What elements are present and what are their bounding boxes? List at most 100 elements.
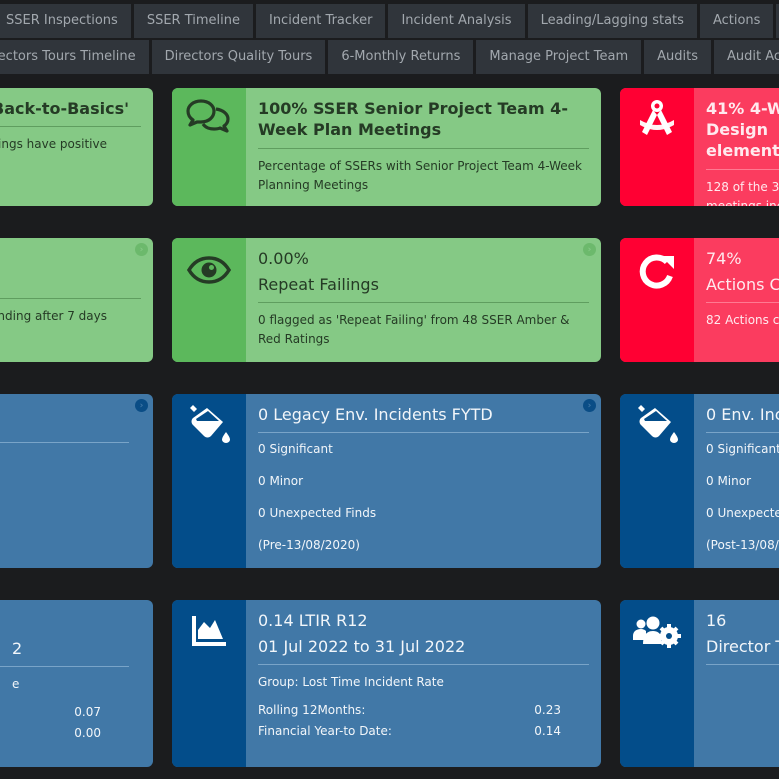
card-icon-panel — [172, 238, 246, 362]
chevron-right-icon[interactable]: › — [583, 243, 596, 256]
card-title: 41% 4-Week Design elements — [706, 99, 779, 160]
stat-label: Rolling 12Months: — [258, 703, 366, 717]
card-title: 2 — [12, 639, 23, 658]
card-label: Director Tours — [706, 637, 779, 656]
divider — [258, 148, 589, 149]
card-value: 16 — [706, 611, 727, 630]
divider — [706, 169, 779, 170]
card-title: 0 Legacy Env. Incidents FYTD — [258, 405, 493, 424]
card-desc: ratings have positive — [0, 137, 107, 151]
card-title: 0 Env. Incidents FYTD — [706, 405, 779, 424]
minor-count: 0 Minor — [258, 474, 304, 488]
divider — [0, 666, 129, 667]
tab-6-monthly-returns[interactable]: 6-Monthly Returns — [328, 40, 474, 74]
stat-row: Financial Year-to Date: 0.14 — [258, 721, 589, 742]
significant-count: 0 Significant — [258, 442, 333, 456]
card-desc: Percentage of SSERs with Senior Project … — [258, 159, 582, 192]
redo-icon — [637, 252, 677, 362]
card-icon-panel — [172, 394, 246, 568]
card-label: Actions Closed — [706, 275, 779, 294]
actions-closed-card[interactable]: 74% Actions Closed 82 Actions cl... — [620, 238, 779, 362]
card-desc: 0 flagged as 'Repeat Failing' from 48 SS… — [258, 313, 570, 346]
back-to-basics-card[interactable]: 'Back-to-Basics' ratings have positive — [0, 88, 153, 206]
fill-drip-icon — [635, 404, 679, 568]
fill-drip-icon — [187, 404, 231, 568]
chevron-right-icon[interactable]: › — [135, 399, 148, 412]
card-subtitle: e — [12, 677, 20, 691]
card-icon-panel — [620, 600, 694, 767]
card-title: 'Back-to-Basics' — [0, 99, 129, 118]
comments-icon — [186, 98, 232, 206]
divider — [0, 298, 141, 299]
divider — [706, 664, 779, 665]
card-group: Group: Lost Time Incident Rate — [258, 675, 444, 689]
unexpected-finds-count: 0 Unexpected Finds — [258, 506, 377, 520]
card-icon-panel — [172, 88, 246, 206]
tab-incident-analysis[interactable]: Incident Analysis — [388, 4, 525, 38]
stat-row: Rolling 12Months: 0.23 — [258, 700, 589, 721]
stat-row: 0.00 — [0, 723, 141, 744]
divider — [706, 302, 779, 303]
users-cog-icon — [633, 616, 681, 767]
director-tours-card[interactable]: 16 Director Tours — [620, 600, 779, 767]
date-range-note: (Post-13/08/2020) — [706, 538, 779, 552]
card-value: 74% — [706, 249, 742, 268]
stat-value: 0.00 — [74, 726, 101, 740]
card-title-line1 — [0, 610, 141, 632]
date-range-note: (Pre-13/08/2020) — [258, 538, 360, 552]
card-desc: 82 Actions cl... — [706, 313, 779, 327]
divider — [258, 432, 589, 433]
tab-actions[interactable]: Actions — [699, 4, 774, 38]
card-icon-panel — [620, 88, 694, 206]
divider — [258, 302, 589, 303]
chevron-right-icon[interactable]: › — [135, 243, 148, 256]
card-desc: 128 of the 31... meetings inc... — [706, 180, 779, 206]
tab-sser-timeline[interactable]: SSER Timeline — [133, 4, 253, 38]
tab-row-2: Directors Tours Timeline Directors Quali… — [0, 40, 779, 74]
left-incidents-card[interactable]: › — [0, 394, 153, 568]
ltir-card[interactable]: 0.14 LTIR R12 01 Jul 2022 to 31 Jul 2022… — [172, 600, 601, 767]
chart-area-icon — [192, 616, 226, 767]
tab-manage-project-team[interactable]: Manage Project Team — [476, 40, 642, 74]
divider — [706, 432, 779, 433]
stat-label: Financial Year-to Date: — [258, 724, 392, 738]
design-elements-card[interactable]: 41% 4-Week Design elements 128 of the 31… — [620, 88, 779, 206]
tab-audit-actions[interactable]: Audit Actions — [714, 40, 779, 74]
eye-icon — [187, 256, 231, 362]
tab-incident-tracker[interactable]: Incident Tracker — [255, 4, 386, 38]
unexpected-finds-count: 0 Unexpected Finds — [706, 506, 779, 520]
env-incidents-card[interactable]: 0 Env. Incidents FYTD 0 Significant 0 Mi… — [620, 394, 779, 568]
tab-audits[interactable]: Audits — [644, 40, 712, 74]
plan-meetings-card[interactable]: 100% SSER Senior Project Team 4-Week Pla… — [172, 88, 601, 206]
stat-value: 0.14 — [534, 724, 561, 738]
divider — [0, 126, 141, 127]
legacy-env-incidents-card[interactable]: 0 Legacy Env. Incidents FYTD 0 Significa… — [172, 394, 601, 568]
card-title: 100% SSER Senior Project Team 4-Week Pla… — [258, 99, 568, 139]
divider — [0, 442, 129, 443]
card-title: 0.14 LTIR R12 — [258, 611, 368, 630]
drafting-compass-icon — [637, 98, 677, 206]
card-icon-panel — [620, 394, 694, 568]
tab-sser-inspections[interactable]: SSER Inspections — [0, 4, 131, 38]
left-rate-card[interactable]: 2 e 0.07 0.00 — [0, 600, 153, 767]
card-title — [0, 404, 141, 442]
card-value: 0.00% — [258, 249, 309, 268]
divider — [258, 664, 589, 665]
card-value — [0, 248, 141, 270]
card-icon-panel — [620, 238, 694, 362]
card-period: 01 Jul 2022 to 31 Jul 2022 — [258, 637, 466, 656]
card-label: Repeat Failings — [258, 275, 379, 294]
significant-count: 0 Significant — [706, 442, 779, 456]
card-desc: nding after 7 days — [0, 309, 107, 323]
tab-leading-lagging-stats[interactable]: Leading/Lagging stats — [527, 4, 697, 38]
outstanding-card[interactable]: d nding after 7 days › — [0, 238, 153, 362]
chevron-right-icon[interactable]: › — [583, 399, 596, 412]
card-icon-panel — [172, 600, 246, 767]
minor-count: 0 Minor — [706, 474, 752, 488]
repeat-failings-card[interactable]: 0.00% Repeat Failings 0 flagged as 'Repe… — [172, 238, 601, 362]
card-label: d — [0, 270, 141, 298]
tab-directors-quality-tours[interactable]: Directors Quality Tours — [151, 40, 326, 74]
stat-row: 0.07 — [0, 702, 141, 723]
stat-value: 0.07 — [74, 705, 101, 719]
tab-directors-tours-timeline[interactable]: Directors Tours Timeline — [0, 40, 149, 74]
